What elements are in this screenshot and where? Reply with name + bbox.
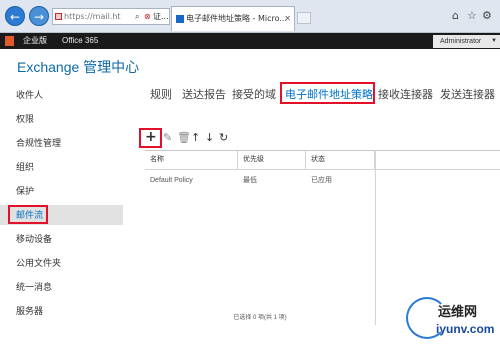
tab-title: 电子邮件地址策略 - Micro... — [186, 14, 287, 23]
table-header: 名称 优先级 状态 — [145, 151, 500, 170]
address-text: https://mail.ht — [64, 12, 121, 21]
sidebar-item-permissions[interactable]: 权限 — [0, 109, 123, 129]
tab-rules[interactable]: 规则 — [150, 86, 172, 102]
search-icon[interactable]: ⌕ — [135, 9, 139, 24]
sidebar-item-mobile[interactable]: 移动设备 — [0, 229, 123, 249]
sidebar-item-recipients[interactable]: 收件人 — [0, 85, 123, 105]
sidebar-item-organization[interactable]: 组织 — [0, 157, 123, 177]
selection-status: 已选择 0 项(共 1 项) — [233, 315, 287, 321]
user-menu[interactable]: Administrator ▼ — [433, 35, 500, 48]
tab-receive-connectors[interactable]: 接收连接器 — [378, 86, 433, 102]
sidebar-item-compliance[interactable]: 合规性管理 — [0, 133, 123, 153]
sidebar-item-public-folders[interactable]: 公用文件夹 — [0, 253, 123, 273]
tab-send-connectors[interactable]: 发送连接器 — [440, 86, 495, 102]
o365-bar: 企业版 Office 365 Administrator ▼ — [0, 33, 500, 49]
new-tab-button[interactable] — [297, 12, 311, 24]
move-up-icon[interactable]: ↑ — [191, 131, 200, 145]
gear-icon[interactable]: ⚙ — [482, 9, 492, 22]
row-status: 已应用 — [311, 177, 332, 184]
refresh-icon[interactable]: ↻ — [219, 131, 228, 145]
star-icon[interactable]: ☆ — [467, 9, 477, 22]
back-button[interactable]: ← — [5, 6, 25, 26]
close-tab-icon[interactable]: ✕ — [284, 7, 291, 31]
sidebar-item-protection[interactable]: 保护 — [0, 181, 123, 201]
column-header-priority[interactable]: 优先级 — [238, 151, 306, 170]
tab-delivery-reports[interactable]: 送达报告 — [182, 86, 226, 102]
browser-tab[interactable]: 电子邮件地址策略 - Micro... ✕ — [171, 6, 295, 31]
column-header-name[interactable]: 名称 — [145, 151, 238, 170]
browser-chrome: ← → https://mail.ht ⌕ ⊗ 证... 电子邮件地址策略 - … — [0, 0, 500, 33]
move-down-icon[interactable]: ↓ — [205, 131, 214, 145]
favicon-icon — [176, 15, 184, 23]
user-name: Administrator — [440, 38, 482, 45]
sidebar-item-unified-messaging[interactable]: 统一消息 — [0, 277, 123, 297]
delete-icon[interactable]: 🗑 — [177, 131, 191, 145]
sidebar-item-servers[interactable]: 服务器 — [0, 301, 123, 321]
home-icon[interactable]: ⌂ — [452, 9, 459, 22]
address-bar[interactable]: https://mail.ht ⌕ ⊗ 证... — [52, 8, 170, 25]
row-name: Default Policy — [150, 177, 193, 184]
chevron-down-icon: ▼ — [491, 38, 497, 44]
watermark: 运维网 iyunv.com — [398, 295, 500, 351]
lock-icon — [55, 13, 62, 20]
tab-accepted-domains[interactable]: 接受的域 — [232, 86, 276, 102]
cert-error-label: 证... — [153, 12, 169, 21]
forward-button[interactable]: → — [29, 6, 49, 26]
watermark-brand: 运维网 — [438, 304, 478, 319]
add-icon[interactable]: + — [145, 130, 157, 144]
page-title: Exchange 管理中心 — [17, 59, 140, 75]
cert-error-icon[interactable]: ⊗ — [144, 9, 151, 24]
table-row[interactable]: Default Policy 最低 已应用 — [145, 173, 375, 189]
screen: { "browser": { "address_text": "https://… — [0, 0, 500, 351]
watermark-domain: iyunv.com — [436, 322, 495, 336]
edit-icon[interactable]: ✎ — [163, 131, 172, 145]
edition-label: 企业版 — [23, 36, 47, 45]
column-header-status[interactable]: 状态 — [306, 151, 375, 170]
highlight-box-mail-flow — [8, 205, 48, 224]
highlight-box-tab — [280, 82, 375, 104]
office-logo-icon — [5, 36, 14, 46]
row-priority: 最低 — [243, 177, 257, 184]
office365-link[interactable]: Office 365 — [62, 33, 98, 49]
details-pane-divider — [375, 150, 376, 325]
